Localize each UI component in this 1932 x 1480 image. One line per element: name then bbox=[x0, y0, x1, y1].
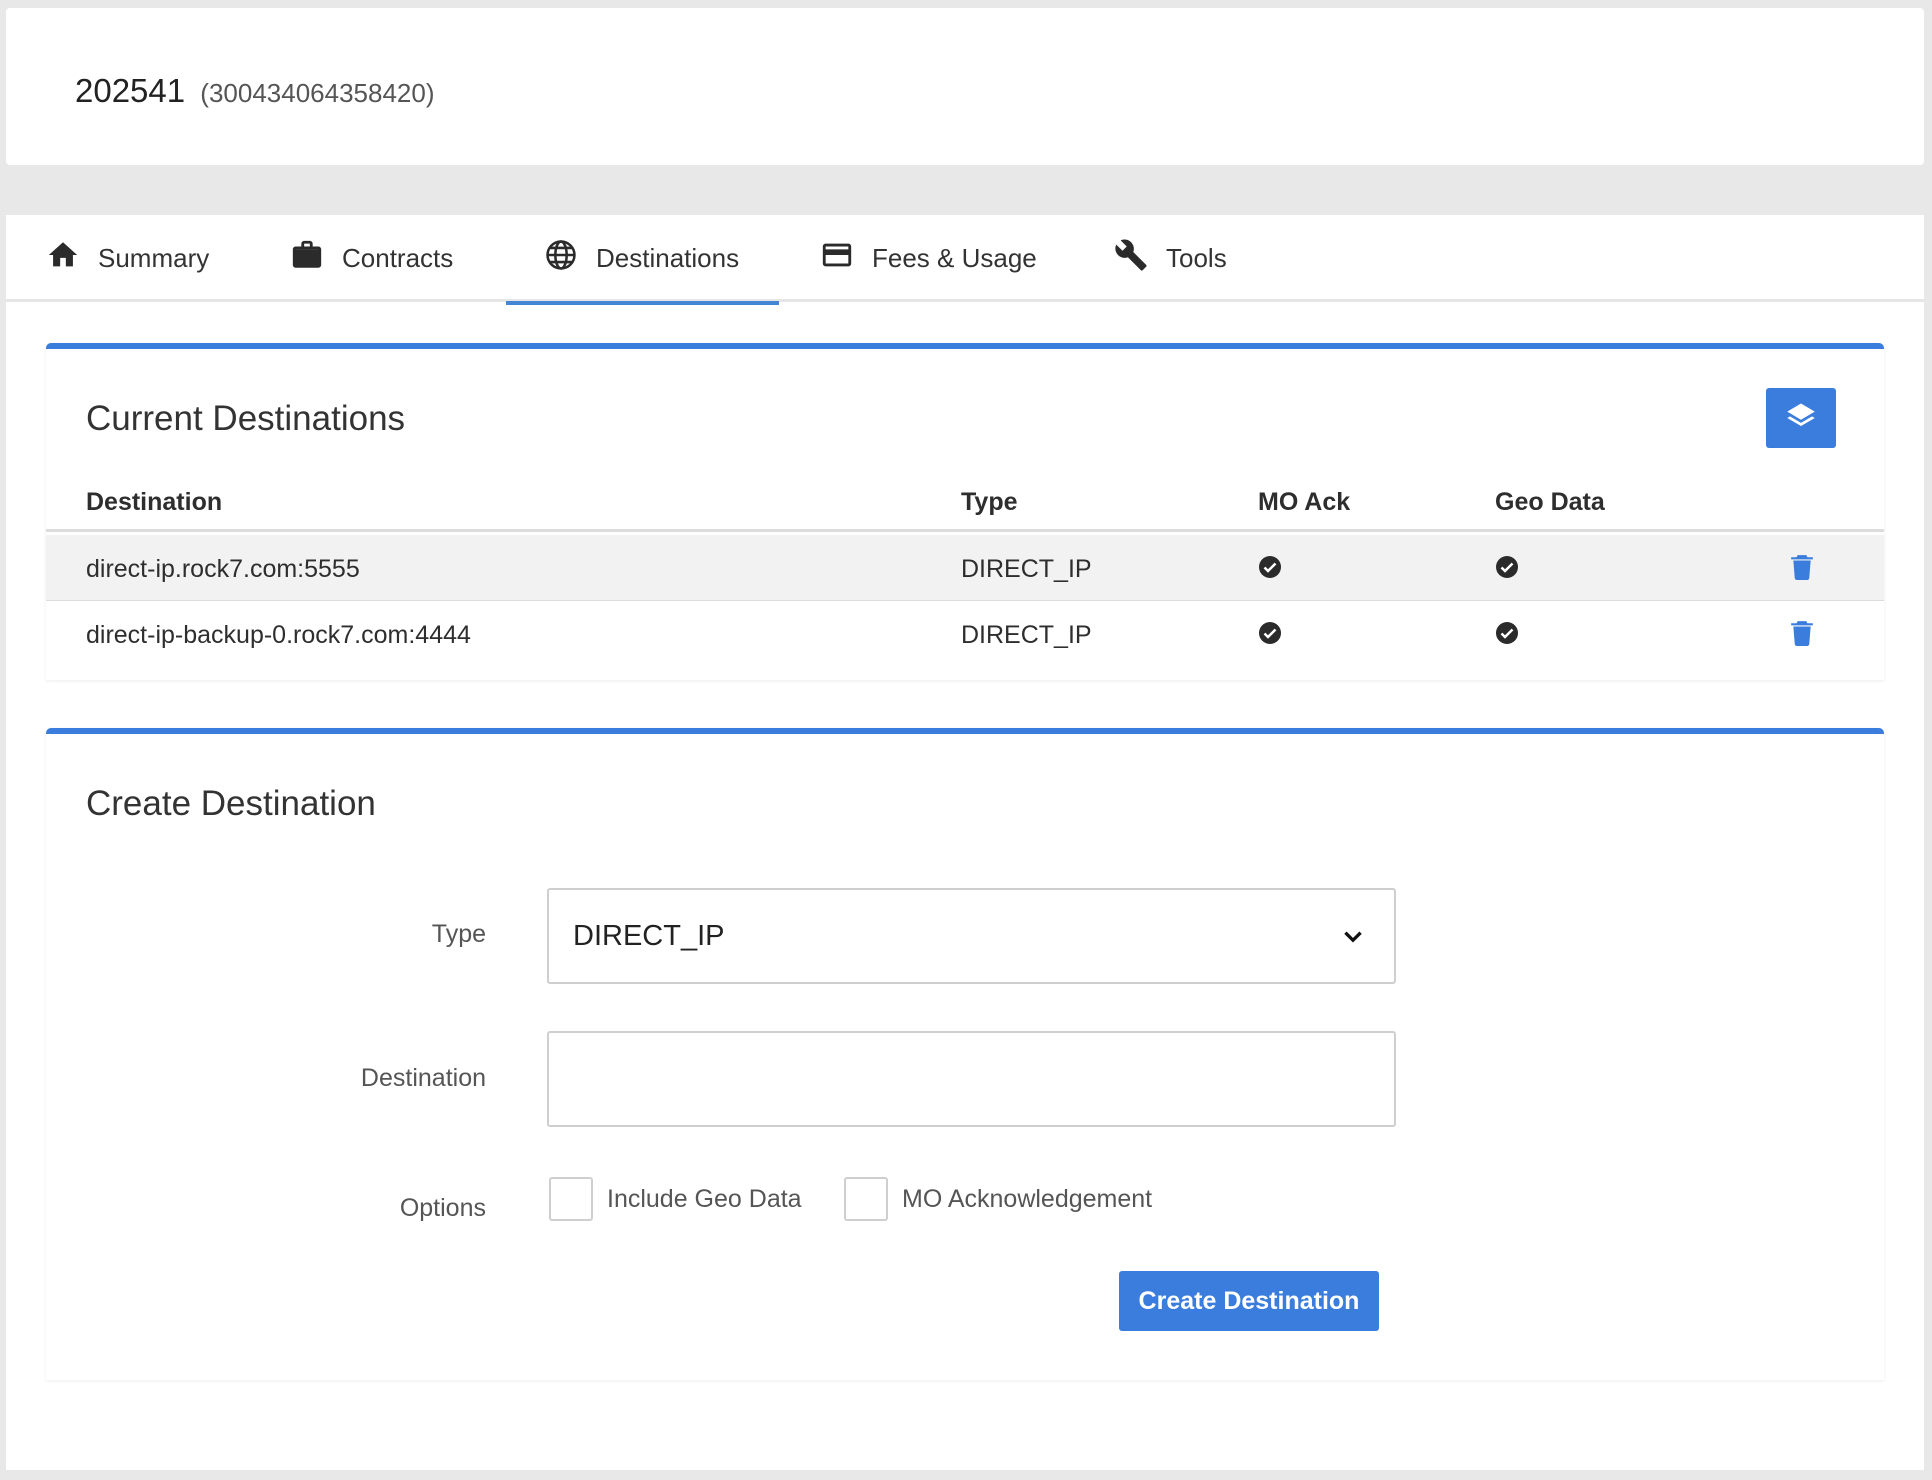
row-type: DIRECT_IP bbox=[961, 621, 1092, 649]
destination-label: Destination bbox=[360, 1064, 486, 1092]
include-geo-option: Include Geo Data bbox=[549, 1177, 802, 1221]
mo-ack-checkbox[interactable] bbox=[844, 1177, 888, 1221]
tab-destinations-label: Destinations bbox=[596, 243, 740, 273]
mo-ack-option: MO Acknowledgement bbox=[844, 1177, 1152, 1221]
current-destinations-panel: Current Destinations Destination Type MO… bbox=[46, 343, 1884, 680]
type-select[interactable]: DIRECT_IP bbox=[547, 888, 1396, 984]
check-circle-icon bbox=[1495, 621, 1519, 645]
tab-tools-label: Tools bbox=[1166, 243, 1227, 273]
row-type: DIRECT_IP bbox=[961, 555, 1092, 583]
type-label: Type bbox=[431, 920, 486, 948]
col-mo-ack: MO Ack bbox=[1258, 488, 1351, 516]
row-destination: direct-ip-backup-0.rock7.com:4444 bbox=[86, 621, 471, 649]
col-destination: Destination bbox=[86, 488, 223, 516]
tab-fees-usage[interactable]: Fees & Usage bbox=[820, 215, 1037, 302]
destination-input[interactable] bbox=[547, 1031, 1396, 1127]
tab-bar: Summary Contracts Destinations Fees & Us… bbox=[6, 215, 1924, 305]
layers-icon bbox=[1786, 401, 1816, 436]
wrench-icon bbox=[1114, 238, 1148, 279]
check-circle-icon bbox=[1258, 621, 1282, 645]
create-destination-button[interactable]: Create Destination bbox=[1119, 1271, 1379, 1331]
mo-ack-label: MO Acknowledgement bbox=[902, 1184, 1153, 1213]
layers-button[interactable] bbox=[1766, 388, 1836, 448]
tab-contracts-label: Contracts bbox=[342, 243, 454, 273]
tab-destinations[interactable]: Destinations bbox=[505, 215, 780, 305]
trash-icon[interactable] bbox=[1791, 554, 1813, 580]
tab-summary-label: Summary bbox=[98, 243, 210, 273]
row-destination: direct-ip.rock7.com:5555 bbox=[86, 555, 360, 583]
check-circle-icon bbox=[1258, 555, 1282, 579]
device-title: 202541 (300434064358420) bbox=[75, 72, 435, 110]
table-row: direct-ip-backup-0.rock7.com:4444 DIRECT… bbox=[46, 601, 1884, 667]
device-id: 202541 bbox=[75, 72, 186, 109]
current-destinations-title: Current Destinations bbox=[86, 399, 406, 438]
device-imei: (300434064358420) bbox=[200, 78, 435, 108]
create-destination-title: Create Destination bbox=[86, 784, 376, 823]
chevron-down-icon bbox=[1340, 924, 1366, 950]
options-label: Options bbox=[399, 1194, 486, 1222]
tab-summary[interactable]: Summary bbox=[46, 215, 209, 302]
type-select-value: DIRECT_IP bbox=[573, 919, 725, 952]
home-icon bbox=[46, 238, 80, 279]
include-geo-label: Include Geo Data bbox=[607, 1184, 802, 1213]
table-header: Destination Type MO Ack Geo Data bbox=[46, 482, 1884, 532]
tab-tools[interactable]: Tools bbox=[1114, 215, 1227, 302]
main-card: Summary Contracts Destinations Fees & Us… bbox=[6, 215, 1924, 1470]
trash-icon[interactable] bbox=[1791, 620, 1813, 646]
create-destination-panel: Create Destination Type DIRECT_IP Destin… bbox=[46, 728, 1884, 1380]
briefcase-icon bbox=[290, 238, 324, 279]
include-geo-checkbox[interactable] bbox=[549, 1177, 593, 1221]
globe-icon bbox=[544, 238, 578, 279]
device-header: 202541 (300434064358420) bbox=[6, 8, 1924, 165]
table-row: direct-ip.rock7.com:5555 DIRECT_IP bbox=[46, 535, 1884, 601]
tab-fees-usage-label: Fees & Usage bbox=[872, 243, 1037, 273]
col-geo-data: Geo Data bbox=[1495, 488, 1605, 516]
tab-contracts[interactable]: Contracts bbox=[290, 215, 453, 302]
check-circle-icon bbox=[1495, 555, 1519, 579]
col-type: Type bbox=[961, 488, 1018, 516]
credit-card-icon bbox=[820, 238, 854, 279]
